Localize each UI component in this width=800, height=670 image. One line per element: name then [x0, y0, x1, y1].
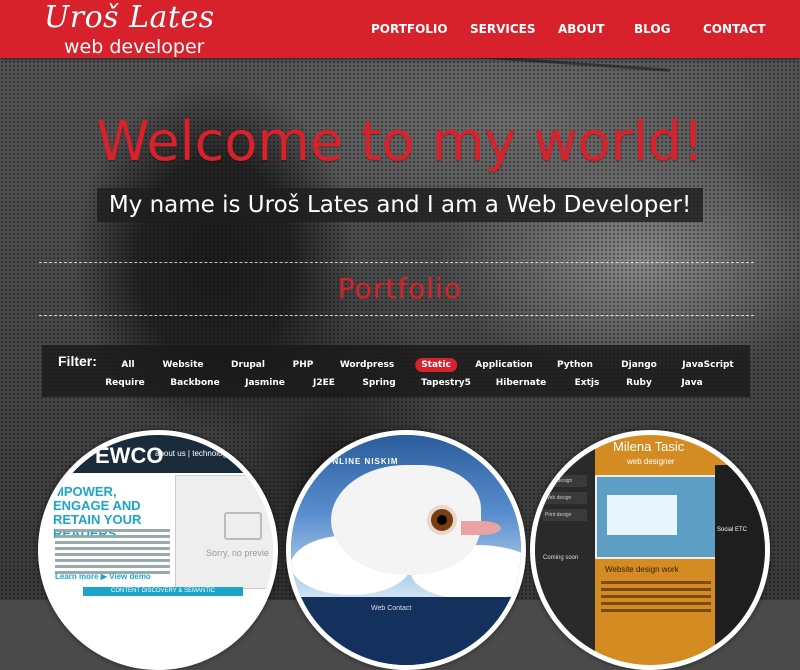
- filter-application[interactable]: Application: [469, 358, 538, 372]
- thumb-sidebar: [535, 435, 595, 665]
- dove-eye: [427, 505, 457, 535]
- logo-subtitle: web developer: [64, 36, 205, 58]
- thumb-menu-item: Web design: [543, 492, 587, 504]
- filter-php[interactable]: PHP: [287, 358, 320, 372]
- filter-django[interactable]: Django: [615, 358, 663, 372]
- hero-headline: Welcome to my world!: [96, 110, 704, 173]
- filter-javascript[interactable]: JavaScript: [676, 358, 739, 372]
- filter-spring[interactable]: Spring: [356, 376, 401, 390]
- filter-require[interactable]: Require: [99, 376, 151, 390]
- thumb-footer-text: Web Contact: [371, 605, 412, 612]
- thumb-nav: about us | technology |: [155, 449, 236, 458]
- nav-blog[interactable]: BLOG: [634, 22, 670, 36]
- filter-website[interactable]: Website: [156, 358, 209, 372]
- dove-image: [331, 465, 501, 575]
- filter-j2ee[interactable]: J2EE: [307, 376, 341, 390]
- thumb-links: Learn more ▶ View demo: [55, 572, 151, 581]
- thumb-lines: [601, 581, 711, 616]
- filter-label: Filter:: [58, 353, 97, 369]
- filter-tapestry5[interactable]: Tapestry5: [415, 376, 477, 390]
- filter-extjs[interactable]: Extjs: [569, 376, 606, 390]
- portfolio-title: Portfolio: [337, 272, 463, 305]
- filter-hibernate[interactable]: Hibernate: [490, 376, 553, 390]
- nav-contact[interactable]: CONTACT: [703, 22, 766, 36]
- divider-bottom: [39, 315, 754, 316]
- portfolio-item-ewco[interactable]: EWCO about us | technology | MPOWER, ENG…: [38, 430, 278, 670]
- hero-subline: My name is Uroš Lates and I am a Web Dev…: [96, 188, 704, 222]
- thumb-video: Sorry, no previe: [175, 475, 273, 589]
- site-header: Uroš Lates web developer PORTFOLIO SERVI…: [0, 0, 800, 58]
- thumb-preview-panel: [595, 475, 717, 559]
- camera-icon: [224, 512, 262, 540]
- thumb-name: Milena Tasic: [613, 439, 685, 454]
- thumb-banner: T ONLINE NISKIM: [316, 457, 399, 466]
- portfolio-item-milena[interactable]: Milena Tasic web designer Logo design We…: [530, 430, 770, 670]
- dove-beak: [461, 521, 501, 535]
- thumb-coming-soon: Coming soon: [543, 555, 579, 561]
- hero-subline-wrap: My name is Uroš Lates and I am a Web Dev…: [0, 188, 800, 222]
- nav-portfolio[interactable]: PORTFOLIO: [371, 22, 448, 36]
- logo-name: Uroš Lates: [44, 0, 215, 35]
- divider-top: [39, 262, 754, 263]
- nav-services[interactable]: SERVICES: [470, 22, 535, 36]
- thumb-preview-inner: [607, 495, 677, 535]
- thumb-menu-item: Logo design: [543, 475, 587, 487]
- filter-jasmine[interactable]: Jasmine: [239, 376, 291, 390]
- dove-pupil: [437, 515, 447, 525]
- filter-bar: Filter: All Website Drupal PHP Wordpress…: [42, 345, 750, 397]
- thumb-text: Website design work: [605, 565, 679, 574]
- nav-about[interactable]: ABOUT: [558, 22, 605, 36]
- thumb-video-msg: Sorry, no previe: [206, 548, 269, 558]
- filter-static[interactable]: Static: [415, 358, 457, 372]
- filter-backbone[interactable]: Backbone: [164, 376, 225, 390]
- thumb-brand: EWCO: [95, 443, 164, 468]
- filter-ruby[interactable]: Ruby: [620, 376, 658, 390]
- thumb-bottom-bar: CONTENT DISCOVERY & SEMANTIC: [83, 587, 243, 596]
- thumb-social: Social ETC: [717, 527, 748, 533]
- filter-java[interactable]: Java: [675, 376, 708, 390]
- filter-drupal[interactable]: Drupal: [225, 358, 271, 372]
- thumb-menu: Logo design Web design Print design: [543, 475, 587, 526]
- thumb-right-column: [715, 465, 765, 665]
- filter-all[interactable]: All: [115, 358, 140, 372]
- filter-wordpress[interactable]: Wordpress: [334, 358, 400, 372]
- thumb-menu-item: Print design: [543, 509, 587, 521]
- site-logo[interactable]: Uroš Lates web developer: [44, 0, 215, 59]
- thumb-role: web designer: [627, 457, 675, 466]
- portfolio-item-dove[interactable]: T ONLINE NISKIM Web Contact: [286, 430, 526, 670]
- filter-python[interactable]: Python: [551, 358, 599, 372]
